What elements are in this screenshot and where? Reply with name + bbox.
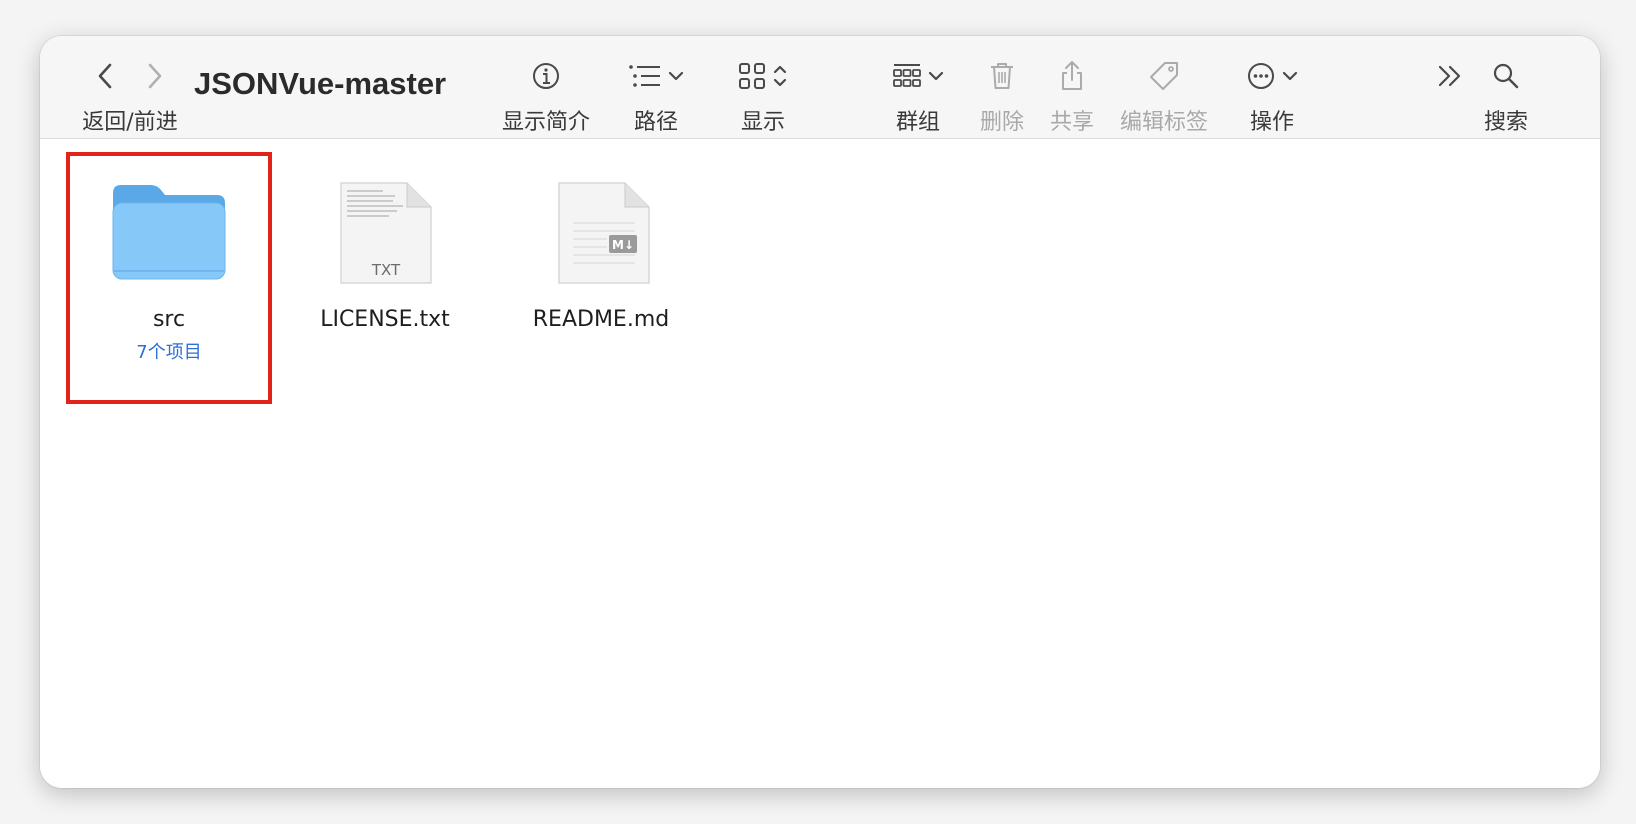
double-chevron-right-icon <box>1436 63 1466 89</box>
md-badge: M↓ <box>612 238 634 252</box>
txt-file-icon: TXT <box>323 179 447 287</box>
file-item-license[interactable]: TXT LICENSE.txt <box>285 179 485 332</box>
markdown-file-icon: M↓ <box>539 179 663 287</box>
group-label: 群组 <box>895 110 940 135</box>
selection-highlight <box>66 152 272 404</box>
search-icon <box>1492 62 1520 90</box>
path-label: 路径 <box>633 110 678 135</box>
share-button[interactable]: 共享 <box>1050 56 1094 136</box>
txt-badge: TXT <box>371 261 401 279</box>
chevron-down-icon <box>928 70 944 82</box>
trash-icon <box>988 61 1016 91</box>
delete-label: 删除 <box>980 110 1025 135</box>
list-icon <box>628 63 662 89</box>
file-item-readme[interactable]: M↓ README.md <box>501 179 701 332</box>
more-toolbar-button[interactable] <box>1436 56 1466 96</box>
toolbar: 返回/前进 JSONVue-master 显示简介 路径 显示 群组 删除 共享… <box>40 36 1600 139</box>
chevron-right-icon[interactable] <box>145 61 165 91</box>
info-label: 显示简介 <box>502 110 591 135</box>
grid-icon <box>738 62 766 90</box>
file-area: src 7个项目 TXT LICENSE.txt M↓ README.md <box>40 139 1600 788</box>
search-label: 搜索 <box>1484 110 1529 135</box>
path-button[interactable]: 路径 <box>628 56 684 136</box>
ellipsis-circle-icon <box>1246 61 1276 91</box>
file-name: LICENSE.txt <box>320 307 450 332</box>
tag-icon <box>1148 60 1180 92</box>
group-button[interactable]: 群组 <box>892 56 944 136</box>
info-icon <box>531 61 561 91</box>
action-button[interactable]: 操作 <box>1246 56 1298 136</box>
edit-tags-button[interactable]: 编辑标签 <box>1120 56 1208 136</box>
nav-label: 返回/前进 <box>82 110 178 135</box>
delete-button[interactable]: 删除 <box>980 56 1024 136</box>
share-label: 共享 <box>1050 110 1095 135</box>
view-label: 显示 <box>740 110 785 135</box>
edit-tags-label: 编辑标签 <box>1120 110 1209 135</box>
search-button[interactable]: 搜索 <box>1484 56 1528 136</box>
group-grid-icon <box>892 62 922 90</box>
action-label: 操作 <box>1249 110 1294 135</box>
window-title: JSONVue-master <box>194 66 447 101</box>
chevron-down-icon <box>668 70 684 82</box>
view-button[interactable]: 显示 <box>738 56 788 136</box>
chevron-down-icon <box>1282 70 1298 82</box>
chevron-updown-icon <box>772 63 788 89</box>
file-name: README.md <box>532 307 670 332</box>
chevron-left-icon[interactable] <box>95 61 115 91</box>
info-button[interactable]: 显示简介 <box>502 56 590 136</box>
nav-back-forward: 返回/前进 <box>70 56 190 136</box>
finder-window: 返回/前进 JSONVue-master 显示简介 路径 显示 群组 删除 共享… <box>40 36 1600 788</box>
share-icon <box>1058 60 1086 92</box>
